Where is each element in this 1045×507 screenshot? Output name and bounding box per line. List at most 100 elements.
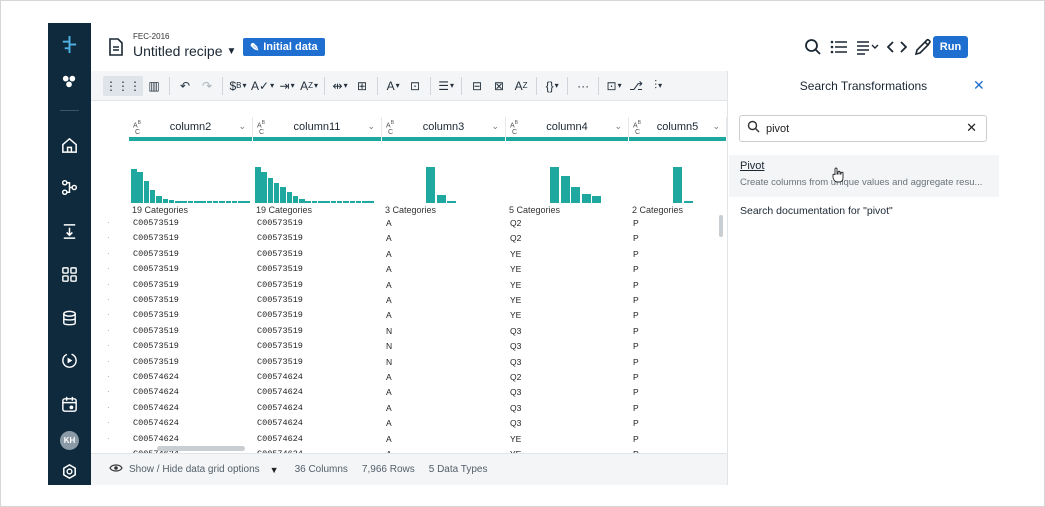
histogram-bar[interactable] (267, 177, 274, 203)
table-cell[interactable]: C00573519 (133, 295, 179, 305)
histogram-bar[interactable] (162, 198, 168, 203)
histogram-bar[interactable] (683, 201, 693, 203)
histogram-bar[interactable] (368, 201, 374, 203)
settings-icon[interactable] (58, 460, 81, 483)
table-cell[interactable]: C00574624 (257, 403, 303, 413)
table-cell[interactable]: P (633, 280, 639, 290)
table-cell[interactable]: C00573519 (257, 341, 303, 351)
text-icon[interactable]: A ▾ (382, 76, 404, 96)
transform-search-input[interactable]: pivot ✕ (739, 115, 987, 142)
table-cell[interactable]: Q3 (510, 357, 521, 367)
filter-rows-icon[interactable]: ☰ ▾ (435, 76, 457, 96)
table-cell[interactable]: Q2 (510, 218, 521, 228)
table-cell[interactable]: C00573519 (257, 233, 303, 243)
histogram-bar[interactable] (137, 172, 143, 203)
histogram-bar[interactable] (355, 201, 362, 203)
table-cell[interactable]: C00573519 (133, 341, 179, 351)
table-cell[interactable]: YE (510, 295, 521, 305)
calc-icon[interactable]: ⊡ (404, 76, 426, 96)
table-cell[interactable]: P (633, 295, 639, 305)
table-cell[interactable]: C00573519 (133, 218, 179, 228)
table-cell[interactable]: C00573519 (133, 326, 179, 336)
flows-icon[interactable] (58, 70, 81, 93)
histogram-bar[interactable] (255, 167, 261, 203)
search-documentation-link[interactable]: Search documentation for "pivot" (740, 205, 893, 217)
histogram-bar[interactable] (194, 201, 200, 203)
table-cell[interactable]: C00574624 (133, 372, 179, 382)
histogram-bar[interactable] (592, 195, 601, 203)
table-cell[interactable]: C00573519 (133, 249, 179, 259)
table-cell[interactable]: P (633, 249, 639, 259)
table-cell[interactable]: A (386, 280, 392, 290)
redo-icon[interactable]: ↷ (196, 76, 218, 96)
table-cell[interactable]: C00574624 (133, 387, 179, 397)
histogram-bar[interactable] (330, 201, 337, 203)
nest-icon[interactable]: ⊟ (466, 76, 488, 96)
recipe-menu-icon[interactable] (855, 37, 881, 57)
table-cell[interactable]: C00573519 (133, 264, 179, 274)
column-view-icon[interactable]: ▥ (143, 76, 165, 96)
merge-icon[interactable]: ⊞ (351, 76, 373, 96)
table-cell[interactable]: P (633, 264, 639, 274)
column-header[interactable]: AB Ccolumn4 ⌄ (506, 117, 629, 137)
chevron-down-icon[interactable]: ⌄ (614, 121, 622, 132)
table-cell[interactable]: A (386, 403, 392, 413)
table-cell[interactable]: P (633, 418, 639, 428)
sort-icon[interactable]: AZ (510, 76, 532, 96)
result-item-pivot[interactable]: Pivot Create columns from unique values … (729, 155, 999, 197)
eyedropper-icon[interactable] (913, 37, 933, 57)
histogram-bar[interactable] (673, 167, 682, 203)
table-cell[interactable]: C00573519 (257, 218, 303, 228)
table-cell[interactable]: P (633, 372, 639, 382)
table-cell[interactable]: C00574624 (257, 372, 303, 382)
table-cell[interactable]: C00573519 (133, 233, 179, 243)
table-cell[interactable]: P (633, 218, 639, 228)
table-cell[interactable]: C00573519 (257, 310, 303, 320)
histogram-bar[interactable] (343, 201, 349, 203)
horizontal-scrollbar[interactable] (157, 446, 245, 451)
histogram-bar[interactable] (219, 201, 225, 203)
table-cell[interactable]: YE (510, 280, 521, 290)
table-cell[interactable]: A (386, 434, 392, 444)
column-header[interactable]: AB Ccolumn5 ⌄ (629, 117, 727, 137)
histogram-bar[interactable] (299, 199, 305, 203)
restructure-icon[interactable]: ⇥ ▾ (276, 76, 298, 96)
table-cell[interactable]: C00573519 (133, 310, 179, 320)
vertical-scrollbar[interactable] (719, 215, 723, 237)
histogram-bar[interactable] (560, 176, 570, 203)
table-cell[interactable]: C00574624 (133, 434, 179, 444)
histogram-bar[interactable] (581, 194, 591, 203)
logo-icon[interactable] (58, 33, 81, 56)
split-icon[interactable]: ⇹ ▾ (329, 76, 351, 96)
table-cell[interactable]: P (633, 341, 639, 351)
table-cell[interactable]: Q2 (510, 372, 521, 382)
table-cell[interactable]: C00573519 (257, 280, 303, 290)
table-cell[interactable]: P (633, 357, 639, 367)
table-cell[interactable]: Q3 (510, 341, 521, 351)
avatar[interactable]: KH (60, 431, 79, 450)
table-cell[interactable]: C00574624 (257, 387, 303, 397)
histogram-bar[interactable] (261, 172, 267, 203)
run-button[interactable]: Run (933, 36, 968, 58)
table-cell[interactable]: C00574624 (133, 418, 179, 428)
histogram-bar[interactable] (200, 201, 206, 203)
table-cell[interactable]: YE (510, 264, 521, 274)
histogram-bar[interactable] (181, 201, 187, 203)
chevron-down-icon[interactable]: ⌄ (367, 121, 375, 132)
table-cell[interactable]: C00573519 (257, 295, 303, 305)
histogram-bar[interactable] (238, 201, 244, 203)
close-icon[interactable]: ✕ (973, 77, 985, 94)
histogram-bar[interactable] (149, 190, 156, 203)
histogram-bar[interactable] (280, 186, 286, 203)
recipe-title-dropdown[interactable]: Untitled recipe ▼ (133, 43, 236, 59)
table-cell[interactable]: P (633, 434, 639, 444)
schedule-icon[interactable] (58, 393, 81, 416)
histogram-bar[interactable] (447, 200, 456, 203)
unnest-icon[interactable]: ⊠ (488, 76, 510, 96)
library-icon[interactable] (58, 263, 81, 286)
histogram-bar[interactable] (225, 201, 231, 203)
grid-view-icon[interactable]: ⋮⋮⋮ (103, 75, 143, 96)
histogram-bar[interactable] (131, 168, 137, 203)
macro-icon[interactable]: ⎇ (625, 76, 647, 96)
database-icon[interactable] (58, 307, 81, 330)
